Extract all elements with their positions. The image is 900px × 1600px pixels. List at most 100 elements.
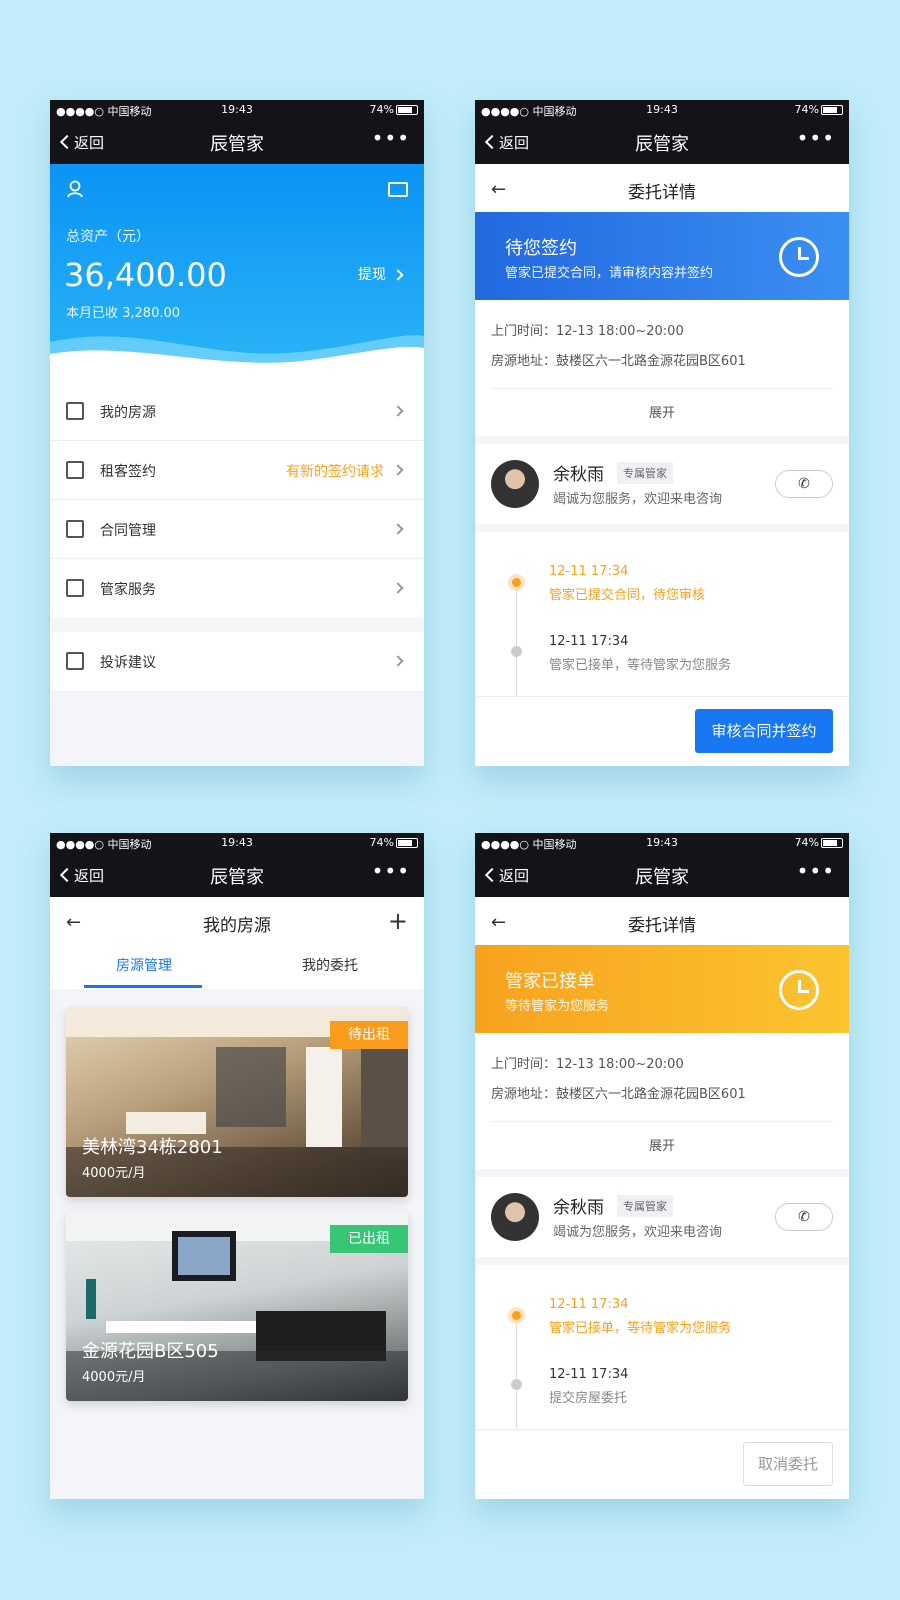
expand-button[interactable]: 展开: [475, 402, 849, 421]
menu-item-tenant-sign[interactable]: 租客签约 有新的签约请求: [50, 441, 424, 500]
call-button[interactable]: ✆: [775, 1203, 833, 1231]
timeline-time: 12-11 17:34: [549, 1297, 629, 1312]
status-bar: ●●●●○ 中国移动 19:43 74%: [475, 833, 849, 853]
agent-card: 余秋雨 专属管家 竭诚为您服务，欢迎来电咨询 ✆: [475, 444, 849, 524]
status-badge-label: 已出租: [348, 1231, 390, 1247]
menu-item-contracts[interactable]: 合同管理: [50, 500, 424, 559]
message-icon[interactable]: [388, 182, 408, 197]
status-banner: 管家已接单 等待管家为您服务: [475, 945, 849, 1033]
nav-bar: 返回 辰管家 •••: [50, 120, 424, 164]
clock-icon: [779, 970, 819, 1010]
house-price: 4000元/月: [82, 1166, 146, 1181]
more-icon[interactable]: •••: [797, 126, 835, 150]
nav-bar: 返回 辰管家 •••: [475, 120, 849, 164]
menu-item-label: 合同管理: [100, 523, 156, 539]
page-title: 委托详情: [628, 916, 696, 936]
battery-percent: 74%: [794, 103, 819, 116]
more-icon[interactable]: •••: [372, 859, 410, 883]
chevron-right-icon: [392, 269, 404, 281]
house-price: 4000元/月: [82, 1370, 146, 1385]
banner-title: 管家已接单: [505, 971, 595, 992]
call-button[interactable]: ✆: [775, 470, 833, 498]
wave-decoration: [50, 335, 424, 382]
more-icon[interactable]: •••: [372, 126, 410, 150]
nav-title: 辰管家: [635, 867, 689, 888]
menu-item-butler-service[interactable]: 管家服务: [50, 559, 424, 618]
menu-item-complaint[interactable]: 投诉建议: [50, 632, 424, 691]
nav-title: 辰管家: [210, 134, 264, 155]
withdraw-button[interactable]: 提现: [358, 264, 404, 284]
battery-icon: [396, 838, 418, 848]
battery-icon: [821, 838, 843, 848]
new-request-hint: 有新的签约请求: [286, 464, 384, 480]
house-name: 金源花园B区505: [82, 1341, 219, 1362]
status-time: 19:43: [221, 836, 253, 849]
timeline-dot: [511, 1379, 522, 1390]
chevron-right-icon: [392, 464, 404, 476]
status-bar: ●●●●○ 中国移动 19:43 74%: [475, 100, 849, 120]
timeline-time: 12-11 17:34: [549, 564, 629, 579]
menu-item-my-houses[interactable]: 我的房源: [50, 382, 424, 441]
contract-icon: [66, 520, 84, 538]
status-bar: ●●●●○ 中国移动 19:43 74%: [50, 100, 424, 120]
timeline-time: 12-11 17:34: [549, 634, 629, 649]
review-sign-button[interactable]: 审核合同并签约: [695, 709, 833, 753]
clock-icon: [779, 237, 819, 277]
wallet-menu: 我的房源 租客签约 有新的签约请求 合同管理 管家服务: [50, 382, 424, 618]
battery-icon: [821, 105, 843, 115]
house-card[interactable]: 待出租 美林湾34栋2801 4000元/月: [66, 1007, 408, 1197]
tab-house-manage[interactable]: 房源管理: [116, 955, 172, 975]
status-badge-label: 待出租: [348, 1027, 390, 1043]
divider: [491, 388, 833, 389]
timeline: 12-11 17:34 管家已提交合同，待您审核 12-11 17:34 管家已…: [475, 532, 849, 696]
banner-subtitle: 管家已提交合同，请审核内容并签约: [505, 266, 714, 281]
expand-button[interactable]: 展开: [475, 1135, 849, 1154]
nav-bar: 返回 辰管家 •••: [475, 853, 849, 897]
chevron-right-icon: [392, 582, 404, 594]
timeline: 12-11 17:34 管家已接单，等待管家为您服务 12-11 17:34 提…: [475, 1265, 849, 1429]
timeline-text: 管家已接单，等待管家为您服务: [549, 1321, 732, 1336]
sub-header: ← 委托详情: [475, 164, 849, 212]
status-time: 19:43: [221, 103, 253, 116]
status-badge: 待出租: [330, 1021, 408, 1049]
agent-desc: 竭诚为您服务，欢迎来电咨询: [553, 492, 723, 507]
timeline-time: 12-11 17:34: [549, 1367, 629, 1382]
cancel-entrust-button[interactable]: 取消委托: [743, 1442, 833, 1486]
footer-bar: 取消委托: [475, 1429, 849, 1499]
battery-percent: 74%: [369, 836, 394, 849]
withdraw-label: 提现: [358, 267, 386, 283]
wallet-menu-2: 投诉建议: [50, 632, 424, 691]
phone-icon: ✆: [798, 476, 810, 492]
chevron-right-icon: [392, 405, 404, 417]
agent-name: 余秋雨: [553, 1198, 604, 1218]
menu-item-label: 我的房源: [100, 405, 156, 421]
banner-subtitle: 等待管家为您服务: [505, 999, 610, 1014]
phone-wallet: ●●●●○ 中国移动 19:43 74% 返回 辰管家 ••• 总资产（元） 3…: [50, 100, 424, 766]
footer-bar: 审核合同并签约: [475, 696, 849, 766]
add-icon[interactable]: +: [388, 907, 408, 935]
more-icon[interactable]: •••: [797, 859, 835, 883]
total-assets-label: 总资产（元）: [66, 229, 150, 245]
status-badge: 已出租: [330, 1225, 408, 1253]
house-card[interactable]: 已出租 金源花园B区505 4000元/月: [66, 1211, 408, 1401]
service-icon: [66, 579, 84, 597]
visit-time: 上门时间：12-13 18:00~20:00: [491, 324, 684, 339]
menu-item-label: 管家服务: [100, 582, 156, 598]
nav-bar: 返回 辰管家 •••: [50, 853, 424, 897]
tab-my-entrust[interactable]: 我的委托: [302, 955, 358, 975]
edit-icon: [66, 461, 84, 479]
info-card: 上门时间：12-13 18:00~20:00 房源地址：鼓楼区六一北路金源花园B…: [475, 1033, 849, 1169]
visit-time: 上门时间：12-13 18:00~20:00: [491, 1057, 684, 1072]
building-icon: [66, 402, 84, 420]
feedback-icon: [66, 652, 84, 670]
sub-header: ← 委托详情: [475, 897, 849, 945]
status-time: 19:43: [646, 103, 678, 116]
page-title: 委托详情: [628, 183, 696, 203]
nav-title: 辰管家: [635, 134, 689, 155]
asset-card: 总资产（元） 36,400.00 本月已收 3,280.00 提现: [50, 164, 424, 382]
user-icon[interactable]: [66, 180, 84, 198]
timeline-line: [516, 1315, 517, 1429]
timeline-dot-active: [508, 574, 525, 591]
battery-percent: 74%: [369, 103, 394, 116]
banner-title: 待您签约: [505, 238, 577, 259]
